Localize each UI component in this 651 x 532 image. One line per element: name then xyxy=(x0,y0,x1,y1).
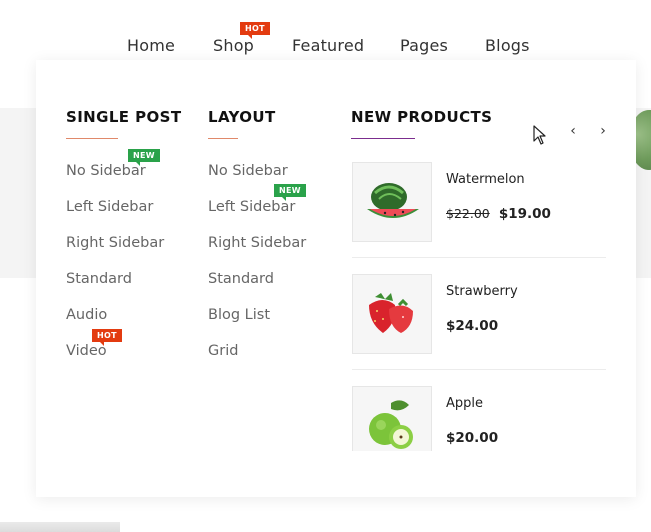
page-shadow xyxy=(0,522,120,532)
old-price: $22.00 xyxy=(446,206,490,221)
product-image-watermelon[interactable] xyxy=(352,162,432,242)
nav-item-home[interactable]: Home xyxy=(127,36,175,55)
product-name[interactable]: Strawberry xyxy=(446,284,518,299)
main-nav: Home Shop HOT Featured Pages Blogs xyxy=(0,22,651,60)
product-divider xyxy=(352,369,606,370)
nav-item-pages[interactable]: Pages xyxy=(400,36,448,55)
product-carousel: Watermelon $22.00 $19.00 Strawberry $24.… xyxy=(36,60,636,451)
product-divider xyxy=(352,257,606,258)
product-prices: $24.00 xyxy=(446,315,498,334)
current-price: $19.00 xyxy=(498,206,551,222)
hot-badge: HOT xyxy=(240,22,270,39)
product-prices: $20.00 xyxy=(446,427,498,446)
product-image-apple[interactable] xyxy=(352,386,432,451)
product-name[interactable]: Apple xyxy=(446,396,483,411)
product-name[interactable]: Watermelon xyxy=(446,172,525,187)
nav-item-blogs[interactable]: Blogs xyxy=(485,36,530,55)
nav-item-featured[interactable]: Featured xyxy=(292,36,364,55)
product-card[interactable]: Apple $20.00 xyxy=(352,386,606,451)
current-price: $24.00 xyxy=(446,318,499,334)
mouse-cursor-icon xyxy=(533,125,546,145)
product-image-strawberry[interactable] xyxy=(352,274,432,354)
product-prices: $22.00 $19.00 xyxy=(446,203,551,222)
current-price: $20.00 xyxy=(446,430,499,446)
